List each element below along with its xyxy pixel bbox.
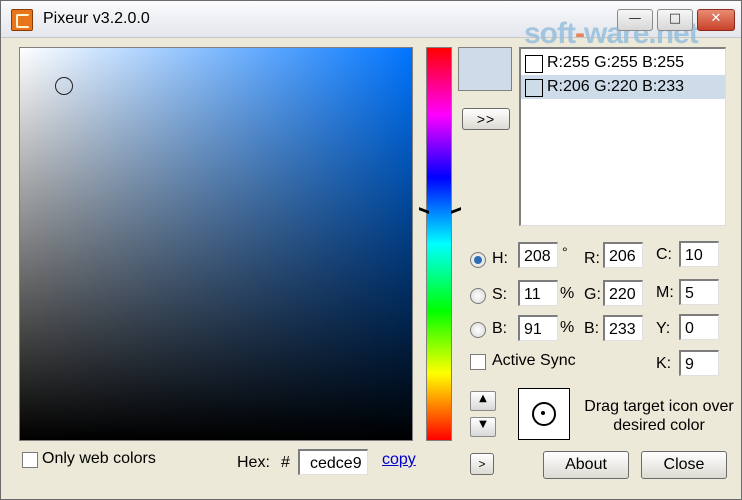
- magenta-label: M:: [656, 284, 674, 301]
- black-input[interactable]: 9: [679, 350, 719, 376]
- arrow-down-icon: ▼: [479, 419, 487, 430]
- minimize-button[interactable]: —: [617, 9, 653, 31]
- history-row[interactable]: R:255 G:255 B:255: [521, 51, 725, 75]
- target-center-dot: [541, 411, 545, 415]
- app-icon: [11, 9, 33, 31]
- watermark-part1: soft: [524, 17, 576, 50]
- red-label: R:: [584, 250, 600, 267]
- title-bar[interactable]: Pixeur v3.2.0.0 soft-ware.net — □ ✕: [1, 1, 741, 50]
- hex-label: Hex:: [237, 454, 270, 471]
- history-swatch: [525, 79, 543, 97]
- cyan-input[interactable]: 10: [679, 241, 719, 267]
- saturation-label: S:: [492, 286, 508, 303]
- hue-input[interactable]: 208: [518, 242, 558, 268]
- hex-input[interactable]: cedce9: [298, 449, 368, 475]
- arrow-up-icon: ▲: [479, 393, 487, 404]
- history-label: R:255 G:255 B:255: [547, 54, 684, 71]
- black-label: K:: [656, 355, 672, 372]
- more-options-button[interactable]: >: [470, 453, 494, 475]
- hue-marker-right[interactable]: [451, 207, 461, 218]
- hue-label: H:: [492, 250, 508, 267]
- window-title: Pixeur v3.2.0.0: [43, 10, 150, 27]
- cyan-label: C:: [656, 246, 672, 263]
- color-picker-cursor[interactable]: [55, 77, 73, 95]
- history-swatch: [525, 55, 543, 73]
- spin-up-button[interactable]: ▲: [470, 391, 496, 411]
- watermark-dot: -: [575, 17, 585, 50]
- yellow-input[interactable]: 0: [679, 314, 719, 340]
- close-window-button[interactable]: ✕: [697, 9, 735, 31]
- hue-slider[interactable]: [426, 47, 452, 441]
- saturation-radio[interactable]: [470, 288, 486, 304]
- green-input[interactable]: 220: [603, 280, 643, 306]
- maximize-button[interactable]: □: [657, 9, 693, 31]
- yellow-label: Y:: [656, 320, 671, 337]
- color-history-list[interactable]: R:255 G:255 B:255 R:206 G:220 B:233: [519, 47, 726, 226]
- history-label: R:206 G:220 B:233: [547, 78, 684, 95]
- color-preview-swatch: [458, 47, 512, 91]
- blue-label: B:: [584, 320, 600, 337]
- active-sync-checkbox[interactable]: [470, 354, 486, 370]
- copy-hex-link[interactable]: copy: [382, 451, 416, 469]
- drag-hint-text: Drag target icon over desired color: [584, 398, 734, 434]
- hue-radio[interactable]: [470, 252, 486, 268]
- hue-unit: °: [562, 244, 568, 260]
- saturation-unit: %: [560, 285, 575, 302]
- close-button[interactable]: Close: [641, 451, 727, 479]
- active-sync-label: Active Sync: [492, 352, 576, 369]
- close-icon: ✕: [710, 11, 722, 26]
- spin-down-button[interactable]: ▼: [470, 417, 496, 437]
- brightness-label: B:: [492, 320, 508, 337]
- hex-prefix: #: [281, 454, 290, 471]
- add-to-history-button[interactable]: >>: [462, 108, 510, 130]
- history-row-selected[interactable]: R:206 G:220 B:233: [521, 75, 725, 99]
- magenta-input[interactable]: 5: [679, 279, 719, 305]
- only-web-colors-label: Only web colors: [42, 450, 156, 467]
- brightness-input[interactable]: 91: [518, 315, 558, 341]
- minimize-icon: —: [628, 11, 642, 26]
- saturation-input[interactable]: 11: [518, 280, 558, 306]
- only-web-colors-checkbox[interactable]: [22, 452, 38, 468]
- blue-input[interactable]: 233: [603, 315, 643, 341]
- brightness-unit: %: [560, 319, 575, 336]
- pixeur-window: Pixeur v3.2.0.0 soft-ware.net — □ ✕ >> R…: [0, 0, 742, 500]
- drag-target-box[interactable]: [518, 388, 570, 440]
- maximize-icon: □: [668, 11, 682, 26]
- red-input[interactable]: 206: [603, 242, 643, 268]
- green-label: G:: [584, 286, 601, 303]
- brightness-radio[interactable]: [470, 322, 486, 338]
- saturation-brightness-field[interactable]: [19, 47, 413, 441]
- about-button[interactable]: About: [543, 451, 629, 479]
